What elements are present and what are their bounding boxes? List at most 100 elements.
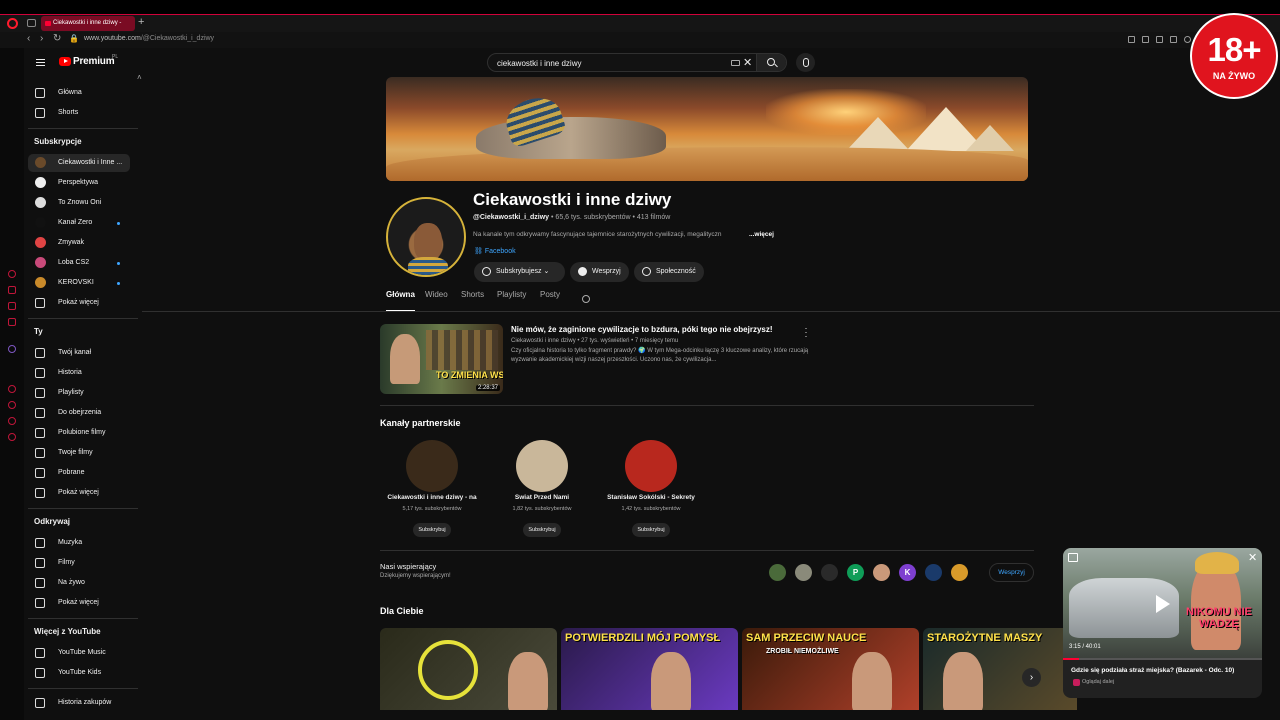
sidebar-app-icon[interactable]: [8, 433, 16, 441]
sidebar-item[interactable]: Loba CS2: [28, 254, 130, 272]
back-icon[interactable]: ‹: [27, 33, 30, 44]
snapshot-icon[interactable]: [1128, 36, 1135, 43]
description-more-link[interactable]: ...więcej: [749, 231, 774, 238]
shield-icon[interactable]: [1156, 36, 1163, 43]
subscribed-button[interactable]: Subskrybujesz ⌄: [474, 262, 565, 282]
expand-icon[interactable]: [1068, 553, 1078, 562]
featured-video-title[interactable]: Nie mów, że zaginione cywilizacje to bzd…: [511, 325, 773, 334]
browser-tab-active[interactable]: Ciekawostki i inne dziwy -: [41, 16, 135, 31]
forward-icon[interactable]: ›: [40, 33, 43, 44]
youtube-logo-icon[interactable]: [59, 57, 71, 66]
channel-description[interactable]: Na kanale tym odkrywamy fascynujące taje…: [473, 231, 773, 238]
sidebar-item[interactable]: KEROVSKI: [28, 274, 130, 292]
pip-icon[interactable]: [1142, 36, 1149, 43]
support-button[interactable]: Wesprzyj: [570, 262, 629, 282]
sidebar-item[interactable]: Zmywak: [28, 234, 130, 252]
mini-player-title[interactable]: Gdzie się podziała straż miejska? (Bazar…: [1071, 667, 1234, 674]
tab-overview-icon[interactable]: [27, 19, 36, 27]
tab-posts[interactable]: Posty: [540, 290, 560, 312]
partner-avatar[interactable]: [406, 440, 458, 492]
opera-logo-icon[interactable]: [7, 18, 18, 29]
heart-icon[interactable]: [1184, 36, 1191, 43]
sidebar-item[interactable]: Polubione filmy: [28, 424, 130, 442]
subscriptions-heading[interactable]: Subskrypcje: [34, 137, 82, 146]
mini-player-video[interactable]: NIKOMU NIE WADZĘ 3:15 / 40:01: [1063, 548, 1262, 660]
premium-label[interactable]: Premium: [73, 56, 115, 67]
mini-progress-bar[interactable]: [1063, 658, 1262, 660]
close-icon[interactable]: ✕: [1248, 551, 1257, 564]
sidebar-item[interactable]: Pokaż więcej: [28, 594, 130, 612]
supporter-avatar[interactable]: [769, 564, 786, 581]
tab-shorts[interactable]: Shorts: [461, 290, 484, 312]
voice-search-icon[interactable]: [796, 53, 815, 72]
facebook-link[interactable]: ⛓ Facebook: [474, 247, 516, 255]
sidebar-item[interactable]: Muzyka: [28, 534, 130, 552]
search-input[interactable]: ciekawostki i inne dziwy: [497, 59, 581, 68]
search-button[interactable]: [756, 54, 786, 71]
supporter-avatar[interactable]: [795, 564, 812, 581]
partner-name[interactable]: Ciekawostki i inne dziwy - na: [372, 494, 492, 501]
sidebar-app-icon[interactable]: [8, 417, 16, 425]
new-tab-button[interactable]: +: [138, 16, 144, 28]
url-field[interactable]: www.youtube.com/@Ciekawostki_i_dziwy: [84, 35, 214, 42]
sidebar-item[interactable]: Pobrane: [28, 464, 130, 482]
tab-videos[interactable]: Wideo: [425, 290, 448, 312]
sidebar-app-icon[interactable]: [8, 318, 16, 326]
sidebar-app-icon[interactable]: [8, 385, 16, 393]
supporter-avatar[interactable]: K: [899, 564, 916, 581]
recommended-video-thumbnail[interactable]: [380, 628, 557, 710]
partner-name[interactable]: Świat Przed Nami: [482, 494, 602, 501]
partner-subscribe-button[interactable]: Subskrybuj: [413, 523, 451, 537]
supporter-avatar[interactable]: [951, 564, 968, 581]
menu-icon[interactable]: [36, 59, 45, 66]
sidebar-item[interactable]: Do obejrzenia: [28, 404, 130, 422]
sidebar-item[interactable]: Kanał Zero: [28, 214, 130, 232]
search-box[interactable]: ciekawostki i inne dziwy ✕: [487, 53, 787, 72]
play-icon[interactable]: [1156, 595, 1170, 613]
explore-heading[interactable]: Odkrywaj: [34, 517, 70, 526]
clear-search-icon[interactable]: ✕: [743, 56, 752, 69]
sidebar-item[interactable]: Ciekawostki i Inne ...: [28, 154, 130, 172]
community-button[interactable]: Społeczność: [634, 262, 704, 282]
you-heading[interactable]: Ty: [34, 327, 43, 336]
sidebar-item[interactable]: YouTube Kids: [28, 664, 130, 682]
sidebar-item[interactable]: Historia: [28, 364, 130, 382]
sidebar-item[interactable]: Twój kanał: [28, 344, 130, 362]
sidebar-item[interactable]: Filmy: [28, 554, 130, 572]
sidebar-app-icon[interactable]: [8, 270, 16, 278]
supporters-support-button[interactable]: Wesprzyj: [989, 563, 1034, 582]
partner-subscribe-button[interactable]: Subskrybuj: [523, 523, 561, 537]
mini-player[interactable]: NIKOMU NIE WADZĘ 3:15 / 40:01 Gdzie się …: [1063, 548, 1262, 698]
tab-home[interactable]: Główna: [386, 290, 415, 312]
next-arrow-icon[interactable]: ›: [1022, 668, 1041, 687]
more-actions-icon[interactable]: · · ·: [803, 324, 809, 341]
reload-icon[interactable]: ↻: [53, 33, 61, 44]
keyboard-icon[interactable]: [731, 60, 740, 66]
channel-search-icon[interactable]: [582, 295, 590, 303]
download-icon[interactable]: [1170, 36, 1177, 43]
tab-playlists[interactable]: Playlisty: [497, 290, 526, 312]
sidebar-item[interactable]: Pokaż więcej: [28, 294, 130, 312]
sidebar-item[interactable]: Główna: [28, 84, 130, 102]
sidebar-app-icon[interactable]: [8, 345, 16, 353]
sidebar-item[interactable]: Twoje filmy: [28, 444, 130, 462]
sidebar-app-icon[interactable]: [8, 302, 16, 310]
recommended-video-thumbnail[interactable]: POTWIERDZILI MÓJ POMYSŁ: [561, 628, 738, 710]
recommended-video-thumbnail[interactable]: STAROŻYTNE MASZY: [923, 628, 1077, 710]
partner-subscribe-button[interactable]: Subskrybuj: [632, 523, 670, 537]
partner-avatar[interactable]: [516, 440, 568, 492]
partner-avatar[interactable]: [625, 440, 677, 492]
sidebar-item[interactable]: Perspektywa: [28, 174, 130, 192]
sidebar-item[interactable]: Pokaż więcej: [28, 484, 130, 502]
featured-video-thumbnail[interactable]: TO ZMIENIA WSZYST 2:28:37: [380, 324, 503, 394]
recommended-video-thumbnail[interactable]: SAM PRZECIW NAUCE ZROBIŁ NIEMOŻLIWE: [742, 628, 919, 710]
sidebar-item[interactable]: Historia zakupów: [28, 694, 130, 712]
supporter-avatar[interactable]: [821, 564, 838, 581]
sidebar-item[interactable]: YouTube Music: [28, 644, 130, 662]
sidebar-item[interactable]: Na żywo: [28, 574, 130, 592]
sidebar-app-icon[interactable]: [8, 286, 16, 294]
partner-name[interactable]: Stanisław Sokólski - Sekrety: [591, 494, 711, 501]
sidebar-item[interactable]: To Znowu Oni: [28, 194, 130, 212]
sidebar-item[interactable]: Shorts: [28, 104, 130, 122]
supporter-avatar[interactable]: [925, 564, 942, 581]
